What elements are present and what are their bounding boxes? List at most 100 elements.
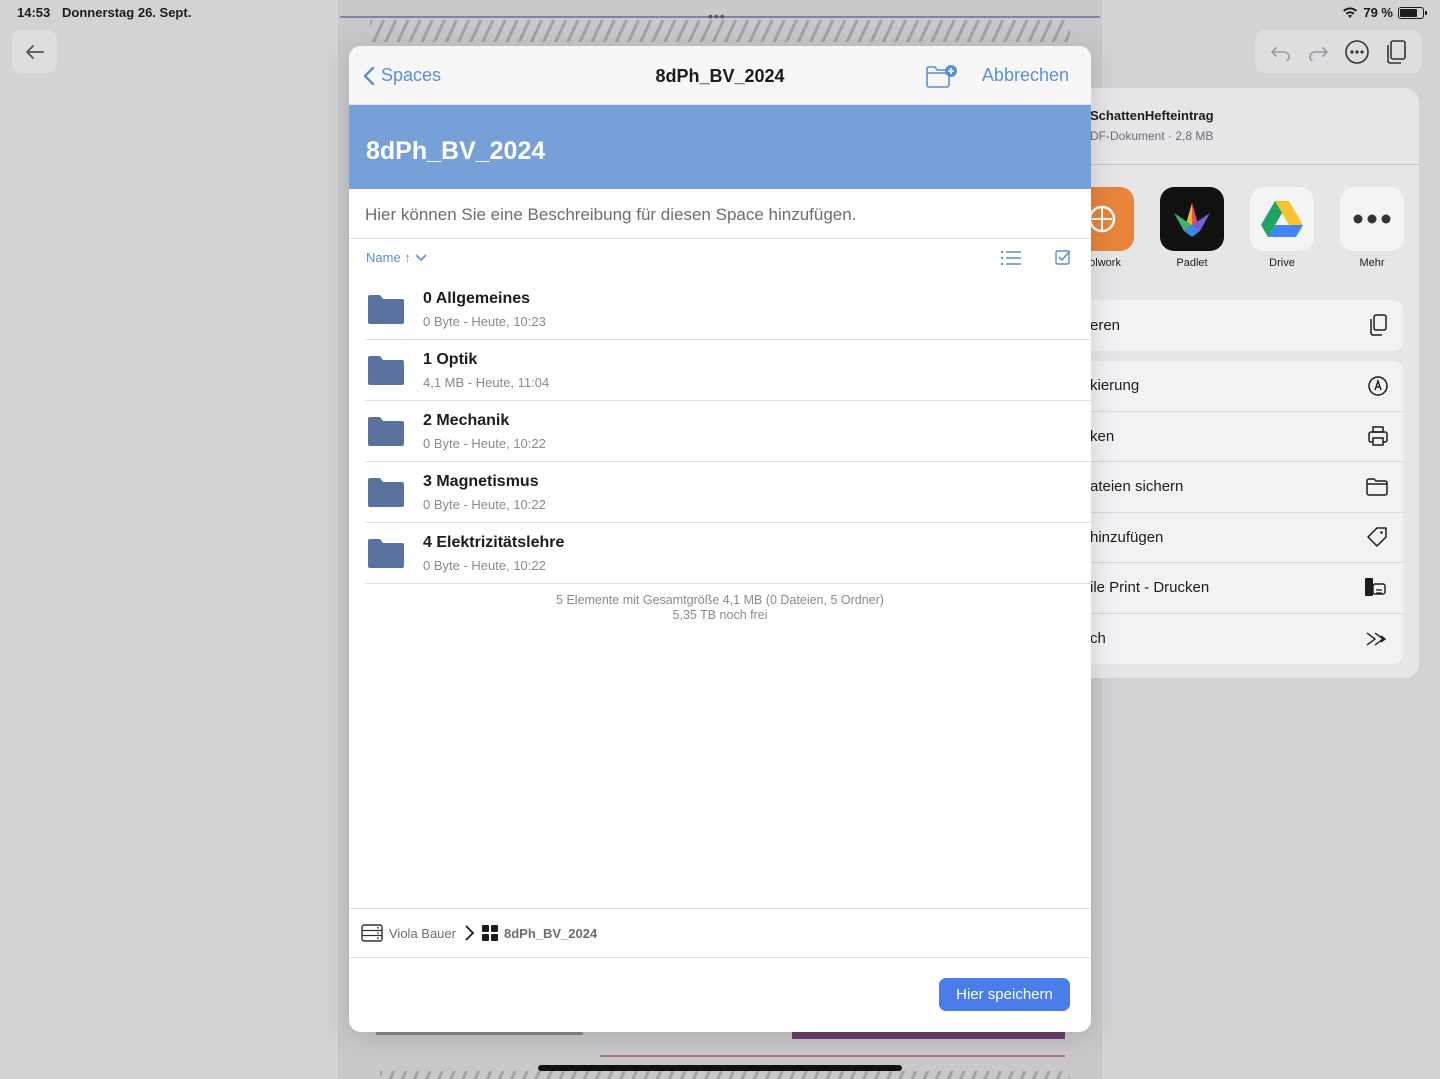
folder-text: 0 Allgemeines 0 Byte - Heute, 10:23 <box>423 290 546 329</box>
folder-meta: 4,1 MB - Heute, 11:04 <box>423 374 550 390</box>
folder-text: 2 Mechanik 0 Byte - Heute, 10:22 <box>423 412 546 451</box>
share-action-label: hinzufügen <box>1090 528 1164 546</box>
server-icon <box>361 924 383 942</box>
print-icon <box>1368 426 1388 446</box>
folder-icon <box>368 356 404 385</box>
share-file-header: SchattenHefteintrag DF-Dokument · 2,8 MB <box>1090 108 1214 143</box>
folder-row-mechanik[interactable]: 2 Mechanik 0 Byte - Heute, 10:22 <box>365 401 1091 462</box>
folder-text: 3 Magnetismus 0 Byte - Heute, 10:22 <box>423 473 546 512</box>
mobile-print-icon <box>1365 577 1386 596</box>
share-app-padlet[interactable]: Padlet <box>1160 187 1224 269</box>
space-banner: 8dPh_BV_2024 <box>349 105 1091 189</box>
summary-count: 5 Elemente mit Gesamtgröße 4,1 MB (0 Dat… <box>556 593 884 607</box>
chevron-down-icon <box>415 253 427 261</box>
share-file-subtitle: DF-Dokument · 2,8 MB <box>1090 129 1214 143</box>
folder-name: 3 Magnetismus <box>423 472 539 490</box>
tag-icon <box>1367 527 1387 547</box>
folder-meta: 0 Byte - Heute, 10:23 <box>423 313 546 329</box>
home-indicator[interactable] <box>538 1065 902 1071</box>
folder-name: 2 Mechanik <box>423 411 510 429</box>
padlet-icon <box>1160 187 1224 251</box>
cancel-button[interactable]: Abbrechen <box>982 65 1069 86</box>
breadcrumb: Viola Bauer 8dPh_BV_2024 <box>349 908 1091 958</box>
document-bar-purple <box>792 1032 1065 1039</box>
share-actions-group-1: eren <box>1060 300 1403 351</box>
share-sheet: SchattenHefteintrag DF-Dokument · 2,8 MB… <box>1060 88 1419 678</box>
markup-icon <box>1368 376 1388 396</box>
share-action-label: ken <box>1090 427 1115 445</box>
share-action-label: ch <box>1090 630 1106 648</box>
folder-text: 4 Elektrizitätslehre 0 Byte - Heute, 10:… <box>423 534 564 573</box>
folder-row-magnetismus[interactable]: 3 Magnetismus 0 Byte - Heute, 10:22 <box>365 462 1091 523</box>
space-banner-title: 8dPh_BV_2024 <box>366 137 546 165</box>
share-action-forward[interactable]: ch <box>1060 614 1403 665</box>
dialog-navbar: Spaces 8dPh_BV_2024 Abbrechen <box>349 46 1091 105</box>
folder-list: 0 Allgemeines 0 Byte - Heute, 10:23 1 Op… <box>365 279 1091 584</box>
folder-row-elektrizitaetslehre[interactable]: 4 Elektrizitätslehre 0 Byte - Heute, 10:… <box>365 523 1091 584</box>
sort-bar: Name ↑ <box>349 239 1091 279</box>
share-action-save-files[interactable]: ateien sichern <box>1060 462 1403 513</box>
breadcrumb-user[interactable]: Viola Bauer <box>389 926 456 941</box>
back-button[interactable] <box>12 30 57 73</box>
share-file-title: SchattenHefteintrag <box>1090 108 1214 123</box>
select-checkbox-icon[interactable] <box>1055 249 1071 265</box>
folder-icon <box>368 295 404 324</box>
editor-toolbar <box>1255 30 1422 73</box>
breadcrumb-space[interactable]: 8dPh_BV_2024 <box>504 926 597 941</box>
space-description-field[interactable]: Hier können Sie eine Beschreibung für di… <box>349 189 1091 239</box>
share-app-more[interactable]: Mehr <box>1340 187 1404 269</box>
more-icon <box>1340 187 1404 251</box>
document-hatch-bottom <box>380 1071 1070 1079</box>
share-app-label: Drive <box>1269 257 1295 269</box>
document-line-red <box>600 1055 1065 1057</box>
folder-outline-icon <box>1366 478 1388 496</box>
sort-by-name-button[interactable]: Name ↑ <box>366 250 427 265</box>
summary-free-space: 5,35 TB noch frei <box>672 608 768 622</box>
folder-icon <box>368 478 404 507</box>
share-app-label: Mehr <box>1359 257 1385 269</box>
battery-fill <box>1400 8 1418 17</box>
folder-meta: 0 Byte - Heute, 10:22 <box>423 435 546 451</box>
chevron-left-icon <box>363 66 375 85</box>
forward-icon <box>1366 632 1387 646</box>
dialog-title: 8dPh_BV_2024 <box>655 66 785 86</box>
sort-label: Name ↑ <box>366 250 411 265</box>
share-action-markup[interactable]: kierung <box>1060 361 1403 412</box>
new-folder-icon[interactable] <box>925 63 959 89</box>
folder-name: 1 Optik <box>423 350 478 368</box>
chevron-right-icon <box>465 925 475 941</box>
back-label: Spaces <box>381 65 442 85</box>
redo-icon[interactable] <box>1307 43 1329 61</box>
status-time: 14:53 <box>17 5 51 20</box>
folder-icon <box>368 417 404 446</box>
share-action-label: kierung <box>1090 377 1140 395</box>
multitasking-dots[interactable]: ••• <box>708 8 726 24</box>
pages-icon[interactable] <box>1385 39 1407 65</box>
folder-row-optik[interactable]: 1 Optik 4,1 MB - Heute, 11:04 <box>365 340 1091 401</box>
share-action-mobile-print[interactable]: ile Print - Drucken <box>1060 563 1403 614</box>
save-to-space-dialog: Spaces 8dPh_BV_2024 Abbrechen 8dPh_BV_20… <box>349 46 1091 1032</box>
share-action-copy[interactable]: eren <box>1060 300 1403 351</box>
arrow-left-icon <box>25 44 44 59</box>
share-app-drive[interactable]: Drive <box>1250 187 1314 269</box>
more-options-icon[interactable] <box>1344 39 1370 65</box>
status-indicators: 79 % <box>1342 5 1427 20</box>
battery-percent: 79 % <box>1363 5 1393 20</box>
spaces-back-button[interactable]: Spaces <box>363 65 441 86</box>
space-grid-icon <box>481 925 498 941</box>
drive-icon <box>1250 187 1314 251</box>
folder-summary: 5 Elemente mit Gesamtgröße 4,1 MB (0 Dat… <box>349 593 1091 623</box>
share-app-label: Padlet <box>1176 257 1208 269</box>
folder-row-allgemeines[interactable]: 0 Allgemeines 0 Byte - Heute, 10:23 <box>365 279 1091 340</box>
share-action-print[interactable]: ken <box>1060 412 1403 462</box>
battery-icon <box>1398 6 1427 19</box>
folder-meta: 0 Byte - Heute, 10:22 <box>423 557 546 573</box>
share-action-add-tag[interactable]: hinzufügen <box>1060 513 1403 563</box>
copy-icon <box>1370 314 1387 336</box>
save-here-button[interactable]: Hier speichern <box>939 978 1070 1011</box>
share-action-label: ile Print - Drucken <box>1090 579 1210 597</box>
list-view-icon[interactable] <box>1000 250 1022 266</box>
share-action-label: ateien sichern <box>1090 478 1184 496</box>
share-action-label: eren <box>1090 316 1121 334</box>
undo-icon[interactable] <box>1270 43 1292 61</box>
